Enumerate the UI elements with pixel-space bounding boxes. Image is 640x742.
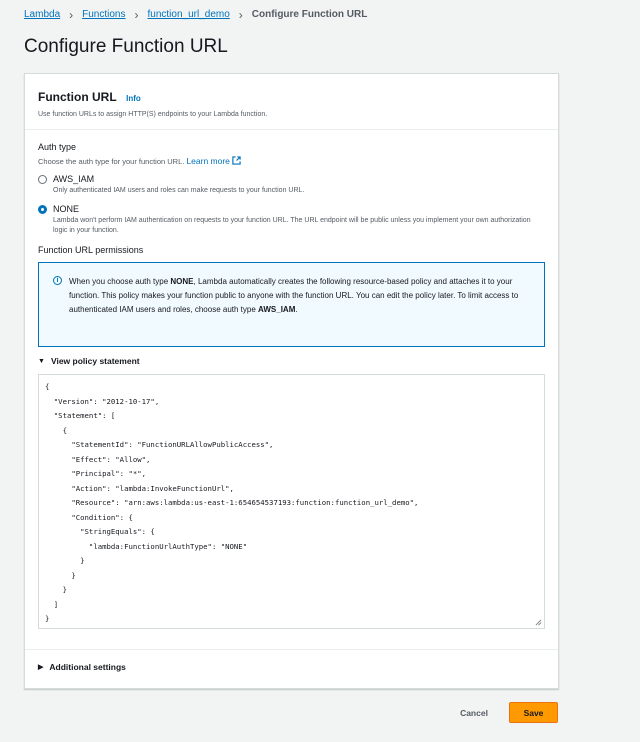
permissions-info-alert: i When you choose auth type NONE, Lambda…: [38, 262, 545, 347]
auth-type-section: Auth type Choose the auth type for your …: [25, 130, 558, 255]
additional-settings-expander[interactable]: ▶ Additional settings: [25, 650, 558, 672]
card-header: Function URL Info Use function URLs to a…: [25, 74, 558, 130]
breadcrumb-lambda-link[interactable]: Lambda: [24, 9, 60, 20]
info-icon: i: [53, 276, 62, 285]
card-title: Function URL: [38, 90, 117, 104]
card-description: Use function URLs to assign HTTP(S) endp…: [38, 111, 268, 118]
permissions-info-text: When you choose auth type NONE, Lambda a…: [69, 275, 530, 334]
permissions-label: Function URL permissions: [38, 245, 144, 255]
radio-none[interactable]: [38, 205, 47, 214]
caret-right-icon: ▶: [38, 664, 44, 671]
view-policy-label: View policy statement: [50, 356, 140, 366]
breadcrumb-function-link[interactable]: function_url_demo: [148, 9, 230, 20]
info-text-none: NONE: [170, 277, 194, 286]
auth-type-description-text: Choose the auth type for your function U…: [38, 157, 185, 166]
info-text-post: .: [295, 305, 298, 314]
info-text-pre: When you choose auth type: [69, 277, 171, 286]
external-link-icon: [232, 156, 241, 165]
caret-down-icon: ▼: [38, 357, 45, 365]
view-policy-expander[interactable]: ▼ View policy statement: [25, 347, 558, 366]
save-button[interactable]: Save: [509, 702, 558, 723]
chevron-right-icon: ›: [238, 7, 243, 22]
chevron-right-icon: ›: [134, 7, 139, 22]
breadcrumb-current: Configure Function URL: [251, 9, 368, 20]
policy-code: { "Version": "2012-10-17", "Statement": …: [45, 382, 419, 623]
cancel-button[interactable]: Cancel: [446, 702, 502, 723]
chevron-right-icon: ›: [69, 7, 74, 22]
breadcrumb-functions-link[interactable]: Functions: [82, 9, 125, 20]
policy-statement-textarea[interactable]: { "Version": "2012-10-17", "Statement": …: [38, 374, 545, 629]
resize-handle-icon[interactable]: [535, 619, 542, 626]
radio-none-label: NONE: [53, 204, 80, 214]
page-title: Configure Function URL: [24, 36, 228, 57]
auth-type-label: Auth type: [38, 142, 77, 152]
function-url-card: Function URL Info Use function URLs to a…: [24, 73, 559, 689]
auth-type-description: Choose the auth type for your function U…: [38, 156, 545, 166]
radio-option-none[interactable]: NONE Lambda won't perform IAM authentica…: [38, 204, 545, 236]
radio-aws-iam[interactable]: [38, 175, 47, 184]
info-link[interactable]: Info: [126, 94, 141, 103]
breadcrumb: Lambda › Functions › function_url_demo ›…: [24, 7, 368, 22]
learn-more-link[interactable]: Learn more: [186, 156, 241, 166]
learn-more-label: Learn more: [186, 156, 230, 166]
radio-aws-iam-description: Only authenticated IAM users and roles c…: [53, 187, 305, 194]
radio-aws-iam-label: AWS_IAM: [53, 174, 95, 184]
radio-none-description: Lambda won't perform IAM authentication …: [53, 217, 531, 234]
additional-settings-label: Additional settings: [49, 662, 126, 672]
info-text-aws-iam: AWS_IAM: [258, 305, 296, 314]
radio-option-aws-iam[interactable]: AWS_IAM Only authenticated IAM users and…: [38, 174, 545, 196]
